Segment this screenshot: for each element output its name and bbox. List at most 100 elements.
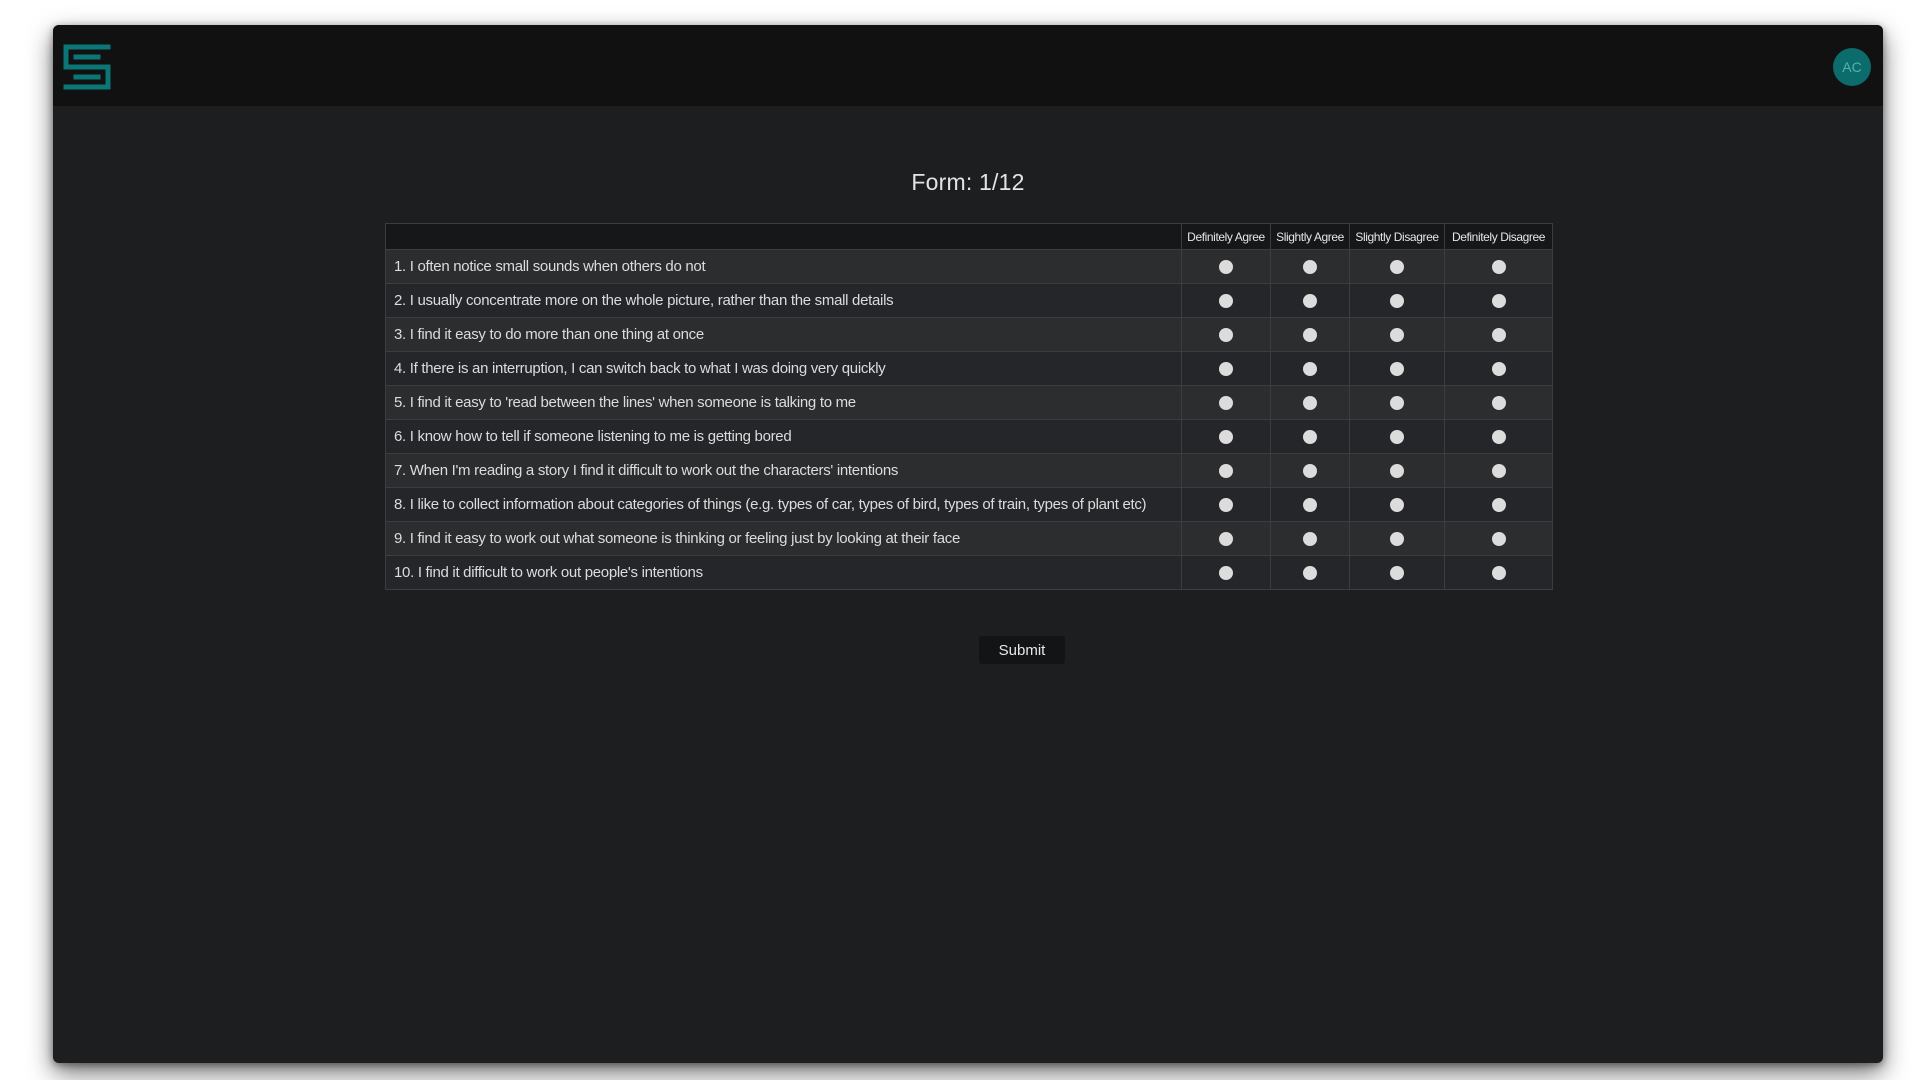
answer-cell-slightly-disagree: [1349, 555, 1445, 590]
answer-cell-slightly-disagree: [1349, 419, 1445, 454]
radio-definitely-agree[interactable]: [1219, 566, 1233, 581]
answer-cell-definitely-agree: [1181, 249, 1271, 284]
radio-definitely-disagree[interactable]: [1491, 532, 1506, 547]
radio-definitely-disagree[interactable]: [1491, 294, 1506, 309]
radio-definitely-agree[interactable]: [1219, 498, 1233, 513]
table-row: 3. I find it easy to do more than one th…: [385, 317, 1553, 352]
question-text: 5. I find it easy to 'read between the l…: [385, 385, 1182, 420]
radio-definitely-agree[interactable]: [1219, 430, 1233, 445]
answer-cell-slightly-disagree: [1349, 521, 1445, 556]
answer-cell-slightly-disagree: [1349, 351, 1445, 386]
radio-slightly-agree[interactable]: [1303, 328, 1317, 343]
radio-definitely-disagree[interactable]: [1491, 396, 1506, 411]
submit-button[interactable]: Submit: [979, 636, 1065, 664]
radio-slightly-agree[interactable]: [1303, 294, 1317, 309]
radio-slightly-disagree[interactable]: [1390, 532, 1404, 547]
answer-cell-definitely-disagree: [1444, 317, 1553, 352]
answer-cell-definitely-disagree: [1444, 385, 1553, 420]
radio-definitely-disagree[interactable]: [1491, 464, 1506, 479]
answer-cell-slightly-agree: [1270, 419, 1350, 454]
question-text: 2. I usually concentrate more on the who…: [385, 283, 1182, 318]
radio-slightly-disagree[interactable]: [1390, 464, 1404, 479]
radio-slightly-agree[interactable]: [1303, 260, 1317, 275]
answer-cell-definitely-agree: [1181, 555, 1271, 590]
answer-cell-slightly-disagree: [1349, 487, 1445, 522]
table-row: 8. I like to collect information about c…: [385, 487, 1553, 522]
radio-definitely-disagree[interactable]: [1491, 328, 1506, 343]
answer-cell-slightly-agree: [1270, 351, 1350, 386]
radio-slightly-agree[interactable]: [1303, 566, 1317, 581]
answer-cell-definitely-agree: [1181, 283, 1271, 318]
answer-cell-definitely-disagree: [1444, 487, 1553, 522]
radio-definitely-disagree[interactable]: [1491, 430, 1506, 445]
answer-cell-definitely-disagree: [1444, 555, 1553, 590]
radio-slightly-agree[interactable]: [1303, 464, 1317, 479]
radio-slightly-disagree[interactable]: [1390, 430, 1404, 445]
table-row: 1. I often notice small sounds when othe…: [385, 249, 1553, 284]
radio-slightly-disagree[interactable]: [1390, 498, 1404, 513]
top-bar: AC: [53, 25, 1883, 106]
radio-slightly-agree[interactable]: [1303, 430, 1317, 445]
table-row: 9. I find it easy to work out what someo…: [385, 521, 1553, 556]
column-header-slightly-disagree: Slightly Disagree: [1349, 223, 1445, 250]
radio-definitely-agree[interactable]: [1219, 464, 1233, 479]
radio-definitely-agree[interactable]: [1219, 260, 1233, 275]
answer-cell-definitely-disagree: [1444, 521, 1553, 556]
column-header-slightly-agree: Slightly Agree: [1270, 223, 1350, 250]
radio-definitely-disagree[interactable]: [1491, 498, 1506, 513]
radio-definitely-agree[interactable]: [1219, 294, 1233, 309]
user-avatar[interactable]: AC: [1833, 48, 1871, 86]
radio-definitely-agree[interactable]: [1219, 396, 1233, 411]
form-title: Form: 1/12: [911, 169, 1025, 195]
answer-cell-slightly-agree: [1270, 555, 1350, 590]
radio-definitely-disagree[interactable]: [1491, 566, 1506, 581]
question-text: 1. I often notice small sounds when othe…: [385, 249, 1182, 284]
radio-definitely-agree[interactable]: [1219, 532, 1233, 547]
table-row: 4. If there is an interruption, I can sw…: [385, 351, 1553, 386]
radio-slightly-disagree[interactable]: [1390, 260, 1404, 275]
answer-cell-slightly-agree: [1270, 249, 1350, 284]
radio-slightly-agree[interactable]: [1303, 532, 1317, 547]
answer-cell-definitely-disagree: [1444, 283, 1553, 318]
answer-cell-definitely-disagree: [1444, 249, 1553, 284]
answer-cell-definitely-disagree: [1444, 351, 1553, 386]
radio-definitely-agree[interactable]: [1219, 362, 1233, 377]
radio-definitely-agree[interactable]: [1219, 328, 1233, 343]
radio-slightly-agree[interactable]: [1303, 498, 1317, 513]
answer-cell-slightly-disagree: [1349, 249, 1445, 284]
answer-cell-definitely-agree: [1181, 521, 1271, 556]
app-window: AC Form: 1/12 Definitely Agree Slightly …: [53, 25, 1883, 1063]
question-text: 4. If there is an interruption, I can sw…: [385, 351, 1182, 386]
radio-definitely-disagree[interactable]: [1491, 260, 1506, 275]
question-text: 8. I like to collect information about c…: [385, 487, 1182, 522]
answer-cell-slightly-agree: [1270, 521, 1350, 556]
question-list: 1. I often notice small sounds when othe…: [385, 249, 1553, 590]
radio-slightly-disagree[interactable]: [1390, 362, 1404, 377]
question-text: 3. I find it easy to do more than one th…: [385, 317, 1182, 352]
radio-slightly-disagree[interactable]: [1390, 328, 1404, 343]
radio-slightly-disagree[interactable]: [1390, 396, 1404, 411]
table-row: 2. I usually concentrate more on the who…: [385, 283, 1553, 318]
radio-slightly-disagree[interactable]: [1390, 566, 1404, 581]
answer-cell-slightly-disagree: [1349, 385, 1445, 420]
answer-cell-slightly-disagree: [1349, 283, 1445, 318]
answer-cell-definitely-disagree: [1444, 453, 1553, 488]
answer-cell-definitely-agree: [1181, 419, 1271, 454]
table-row: 5. I find it easy to 'read between the l…: [385, 385, 1553, 420]
table-row: 7. When I'm reading a story I find it di…: [385, 453, 1553, 488]
column-header-definitely-agree: Definitely Agree: [1181, 223, 1271, 250]
table-row: 10. I find it difficult to work out peop…: [385, 555, 1553, 590]
table-header-row: Definitely Agree Slightly Agree Slightly…: [385, 223, 1553, 250]
radio-slightly-agree[interactable]: [1303, 362, 1317, 377]
answer-cell-slightly-agree: [1270, 283, 1350, 318]
maze-s-logo-icon[interactable]: [63, 44, 111, 90]
answer-cell-definitely-agree: [1181, 385, 1271, 420]
answer-cell-definitely-agree: [1181, 453, 1271, 488]
radio-slightly-agree[interactable]: [1303, 396, 1317, 411]
table-row: 6. I know how to tell if someone listeni…: [385, 419, 1553, 454]
answer-cell-slightly-disagree: [1349, 317, 1445, 352]
question-column-header: [385, 223, 1182, 250]
radio-slightly-disagree[interactable]: [1390, 294, 1404, 309]
answer-cell-definitely-disagree: [1444, 419, 1553, 454]
radio-definitely-disagree[interactable]: [1491, 362, 1506, 377]
